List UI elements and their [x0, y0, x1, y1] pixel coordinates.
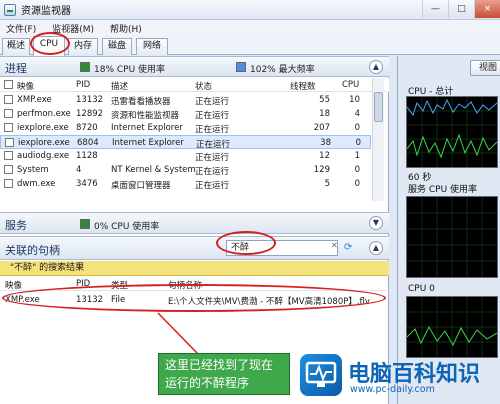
cpu0-label: CPU 0	[408, 284, 435, 294]
service-cpu-label: 服务 CPU 使用率	[408, 185, 478, 195]
site-watermark: 电脑百科知识 www.pc-daily.com	[300, 352, 500, 402]
view-button[interactable]: 视图	[470, 60, 500, 76]
monitor-logo-icon	[300, 354, 342, 396]
cpu0-graph	[406, 296, 498, 358]
watermark-url: www.pc-daily.com	[350, 384, 435, 395]
callout-line-1: 这里已经找到了现在	[165, 358, 274, 372]
callout-line-2: 运行的不醉程序	[165, 376, 250, 390]
cpu-total-graph	[406, 96, 498, 168]
service-cpu-graph	[406, 196, 498, 278]
annotation-callout: 这里已经找到了现在 运行的不醉程序	[158, 353, 290, 395]
